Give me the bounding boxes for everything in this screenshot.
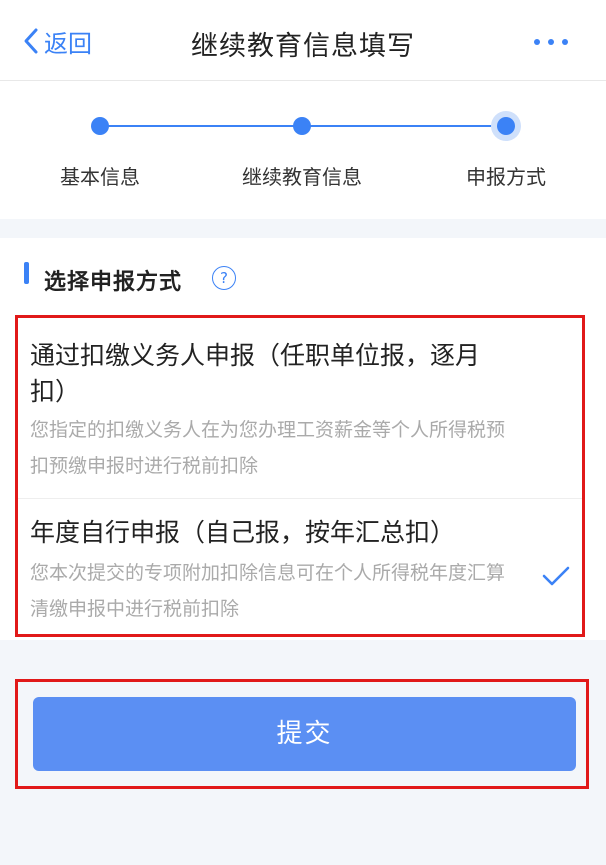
options-list: 通过扣缴义务人申报（任职单位报，逐月扣） 您指定的扣缴义务人在为您办理工资薪金等… xyxy=(15,315,585,637)
step-label-3: 申报方式 xyxy=(466,165,546,189)
step-label-2: 继续教育信息 xyxy=(242,165,362,189)
checkmark-icon xyxy=(542,566,570,586)
step-connector xyxy=(100,125,302,127)
option-description: 您指定的扣缴义务人在为您办理工资薪金等个人所得税预扣预缴申报时进行税前扣除 xyxy=(30,419,506,477)
nav-header: 返回 继续教育信息填写 xyxy=(0,0,606,81)
option-title: 通过扣缴义务人申报（任职单位报，逐月扣） xyxy=(30,341,481,406)
section-accent-bar xyxy=(24,262,29,284)
step-dot-2 xyxy=(293,117,311,135)
submit-highlight: 提交 xyxy=(15,679,589,789)
help-icon[interactable]: ? xyxy=(212,266,236,290)
step-progress: 基本信息 继续教育信息 申报方式 xyxy=(0,81,606,219)
option-withholding-agent[interactable]: 通过扣缴义务人申报（任职单位报，逐月扣） 您指定的扣缴义务人在为您办理工资薪金等… xyxy=(18,318,582,498)
step-label-1: 基本信息 xyxy=(60,165,140,189)
step-dot-3-current xyxy=(497,117,515,135)
submit-button[interactable]: 提交 xyxy=(33,697,576,771)
step-connector xyxy=(302,125,506,127)
more-dots-icon[interactable] xyxy=(534,32,568,52)
option-description: 您本次提交的专项附加扣除信息可在个人所得税年度汇算清缴申报中进行税前扣除 xyxy=(30,562,506,620)
step-dot-1 xyxy=(91,117,109,135)
page-title: 继续教育信息填写 xyxy=(191,31,415,62)
filing-method-card: 选择申报方式 ? 通过扣缴义务人申报（任职单位报，逐月扣） 您指定的扣缴义务人在… xyxy=(0,238,606,640)
option-title: 年度自行申报（自己报，按年汇总扣） xyxy=(30,518,456,547)
section-title: 选择申报方式 xyxy=(44,270,183,295)
option-self-annual-filing[interactable]: 年度自行申报（自己报，按年汇总扣） 您本次提交的专项附加扣除信息可在个人所得税年… xyxy=(18,499,582,637)
